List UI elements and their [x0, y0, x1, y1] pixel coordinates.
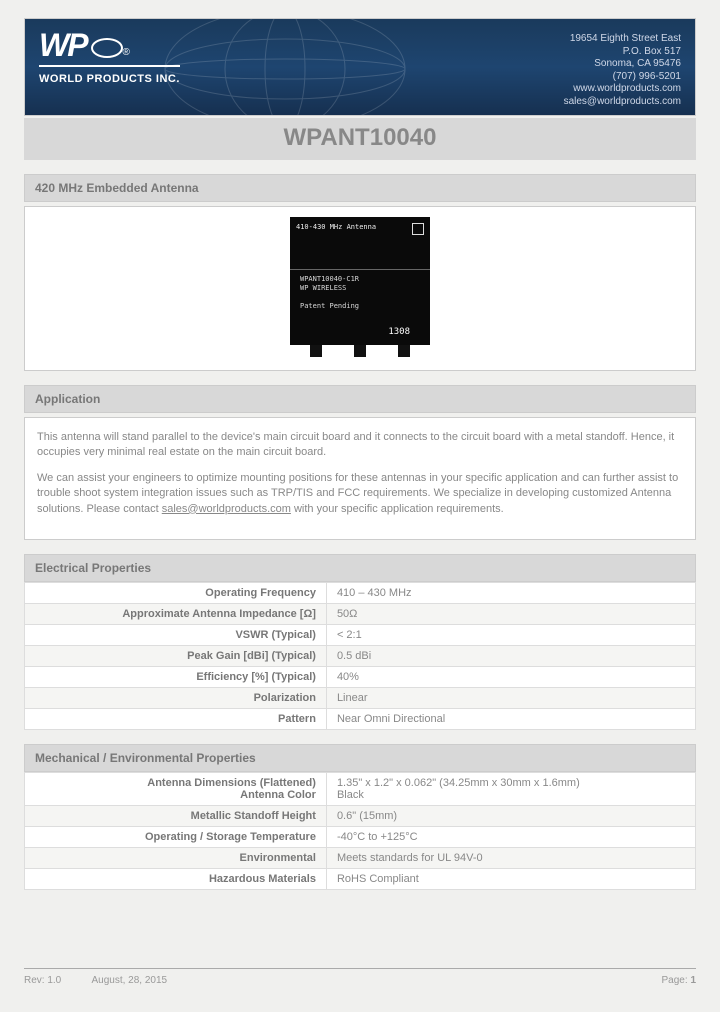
- mechanical-value: Meets standards for UL 94V-0: [326, 847, 695, 868]
- mechanical-row: Hazardous MaterialsRoHS Compliant: [25, 868, 696, 889]
- electrical-table: Operating Frequency410 – 430 MHzApproxim…: [24, 582, 696, 730]
- page-title: WPANT10040: [24, 118, 696, 160]
- header-bar: WP ® WORLD PRODUCTS INC. 19654 Eighth Str…: [24, 18, 696, 116]
- contact-address1: 19654 Eighth Street East: [564, 33, 681, 46]
- footer-page-label: Page:: [662, 975, 688, 986]
- electrical-row: Efficiency [%] (Typical)40%: [25, 666, 696, 687]
- electrical-label: Approximate Antenna Impedance [Ω]: [25, 603, 327, 624]
- mechanical-table: Antenna Dimensions (Flattened) Antenna C…: [24, 772, 696, 890]
- mechanical-row: EnvironmentalMeets standards for UL 94V-…: [25, 847, 696, 868]
- electrical-row: PatternNear Omni Directional: [25, 708, 696, 729]
- mechanical-value: 0.6" (15mm): [326, 805, 695, 826]
- electrical-value: Linear: [326, 687, 695, 708]
- logo-text: WP: [39, 29, 87, 61]
- product-model-text: WPANT10040-C1R WP WIRELESS Patent Pendin…: [300, 275, 359, 311]
- application-para1: This antenna will stand parallel to the …: [37, 430, 683, 461]
- mechanical-label: Metallic Standoff Height: [25, 805, 327, 826]
- mechanical-label: Hazardous Materials: [25, 868, 327, 889]
- page-footer: Rev: 1.0 August, 28, 2015 Page: 1: [24, 968, 696, 986]
- globe-watermark: [155, 18, 415, 116]
- mechanical-header: Mechanical / Environmental Properties: [24, 744, 696, 772]
- contact-address2: P.O. Box 517: [564, 46, 681, 59]
- electrical-header: Electrical Properties: [24, 554, 696, 582]
- company-name: WORLD PRODUCTS INC.: [39, 65, 180, 85]
- electrical-value: Near Omni Directional: [326, 708, 695, 729]
- contact-block: 19654 Eighth Street East P.O. Box 517 So…: [564, 33, 681, 108]
- footer-date: August, 28, 2015: [91, 975, 167, 986]
- company-logo: WP ® WORLD PRODUCTS INC.: [39, 29, 180, 85]
- contact-phone: (707) 996-5201: [564, 71, 681, 84]
- electrical-label: VSWR (Typical): [25, 624, 327, 645]
- mechanical-value: 1.35" x 1.2" x 0.062" (34.25mm x 30mm x …: [326, 772, 695, 805]
- electrical-value: 410 – 430 MHz: [326, 582, 695, 603]
- mechanical-value: RoHS Compliant: [326, 868, 695, 889]
- electrical-label: Efficiency [%] (Typical): [25, 666, 327, 687]
- application-text: This antenna will stand parallel to the …: [24, 417, 696, 540]
- electrical-row: Peak Gain [dBi] (Typical)0.5 dBi: [25, 645, 696, 666]
- footer-page-num: 1: [690, 975, 696, 986]
- electrical-label: Peak Gain [dBi] (Typical): [25, 645, 327, 666]
- electrical-label: Polarization: [25, 687, 327, 708]
- product-top-label: 410-430 MHz Antenna: [296, 223, 424, 231]
- registered-mark: ®: [123, 47, 130, 58]
- mechanical-label: Antenna Dimensions (Flattened) Antenna C…: [25, 772, 327, 805]
- mechanical-label: Operating / Storage Temperature: [25, 826, 327, 847]
- electrical-row: Approximate Antenna Impedance [Ω]50Ω: [25, 603, 696, 624]
- footer-rev: Rev: 1.0: [24, 975, 61, 986]
- mechanical-value: -40°C to +125°C: [326, 826, 695, 847]
- sales-email-link[interactable]: sales@worldproducts.com: [162, 503, 291, 515]
- electrical-value: 40%: [326, 666, 695, 687]
- electrical-row: Operating Frequency410 – 430 MHz: [25, 582, 696, 603]
- product-image-box: 410-430 MHz Antenna WPANT10040-C1R WP WI…: [24, 206, 696, 371]
- electrical-value: < 2:1: [326, 624, 695, 645]
- product-image: 410-430 MHz Antenna WPANT10040-C1R WP WI…: [285, 217, 435, 357]
- electrical-label: Pattern: [25, 708, 327, 729]
- globe-icon: [91, 38, 123, 58]
- mechanical-row: Antenna Dimensions (Flattened) Antenna C…: [25, 772, 696, 805]
- application-para2: We can assist your engineers to optimize…: [37, 471, 683, 517]
- mechanical-row: Metallic Standoff Height0.6" (15mm): [25, 805, 696, 826]
- application-header: Application: [24, 385, 696, 413]
- product-batch: 1308: [388, 327, 410, 337]
- contact-address3: Sonoma, CA 95476: [564, 58, 681, 71]
- product-header: 420 MHz Embedded Antenna: [24, 174, 696, 202]
- mechanical-label: Environmental: [25, 847, 327, 868]
- contact-email: sales@worldproducts.com: [564, 96, 681, 109]
- electrical-row: PolarizationLinear: [25, 687, 696, 708]
- electrical-value: 0.5 dBi: [326, 645, 695, 666]
- mechanical-row: Operating / Storage Temperature-40°C to …: [25, 826, 696, 847]
- electrical-value: 50Ω: [326, 603, 695, 624]
- electrical-row: VSWR (Typical)< 2:1: [25, 624, 696, 645]
- contact-web: www.worldproducts.com: [564, 83, 681, 96]
- electrical-label: Operating Frequency: [25, 582, 327, 603]
